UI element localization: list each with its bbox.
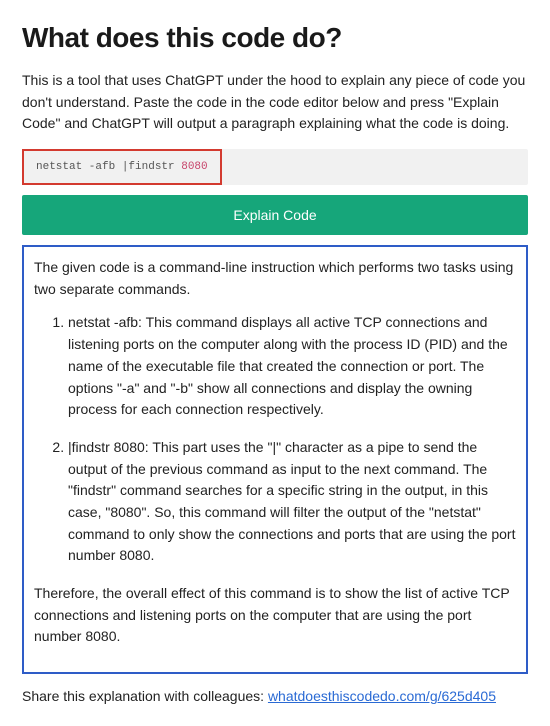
explanation-lead: The given code is a command-line instruc… [34,257,516,300]
code-port-number: 8080 [181,161,207,173]
intro-text: This is a tool that uses ChatGPT under t… [22,70,528,135]
page-title: What does this code do? [22,22,528,54]
share-line: Share this explanation with colleagues: … [22,688,528,704]
share-label: Share this explanation with colleagues: [22,688,268,704]
code-editor[interactable]: netstat -afb |findstr 8080 [22,149,528,185]
list-item: netstat -afb: This command displays all … [68,312,516,420]
explain-code-button[interactable]: Explain Code [22,195,528,235]
explanation-list: netstat -afb: This command displays all … [34,312,516,567]
code-content: netstat -afb |findstr 8080 [22,149,222,185]
explanation-box: The given code is a command-line instruc… [22,245,528,674]
share-link[interactable]: whatdoesthiscodedo.com/g/625d405 [268,688,496,704]
explanation-conclusion: Therefore, the overall effect of this co… [34,583,516,648]
list-item: |findstr 8080: This part uses the "|" ch… [68,437,516,567]
code-text: netstat -afb |findstr [36,161,181,173]
